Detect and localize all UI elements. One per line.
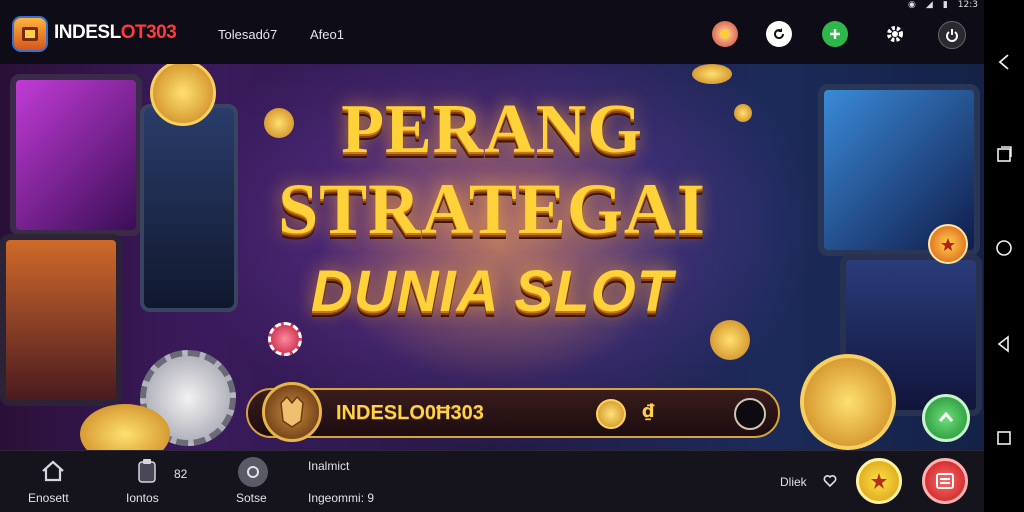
banner-title-line-2: STRATEGAI [278,169,706,249]
plus-icon[interactable] [822,21,848,47]
status-time: 12:3 [957,0,978,10]
home-nav-icon[interactable] [990,234,1018,262]
gold-coin-decoration [692,64,732,84]
brand-name[interactable]: INDESLOT303 [54,22,177,44]
promo-icon[interactable] [712,21,738,47]
game-avatar-icon [262,382,322,442]
info-value: Ingeommi: 9 [308,491,375,505]
home-icon[interactable] [40,459,66,483]
nav-link-2[interactable]: Afeo1 [310,27,344,42]
top-bar: INDESLOT303 Tolesadó7 Afeo1 [0,0,984,65]
gold-coin-decoration [800,354,896,450]
overview-icon[interactable] [990,424,1018,452]
history-icon[interactable] [134,457,160,485]
signal-icon: ◉ [908,0,916,10]
back-icon[interactable] [990,48,1018,76]
spin-button[interactable] [856,458,902,504]
up-arrow-button[interactable] [922,394,970,442]
stats-icon[interactable] [238,457,268,487]
back-nav-icon[interactable] [990,330,1018,358]
power-icon[interactable] [938,21,966,49]
system-nav-rail [984,0,1024,512]
recent-apps-icon[interactable] [990,140,1018,168]
featured-game-bar[interactable]: INDESLO0Ħ303 ₫ [246,382,780,442]
wifi-icon: ◢ [925,0,933,10]
home-label[interactable]: Enosett [28,491,69,505]
banner-title-line-1: PERANG [341,91,643,168]
red-chip-decoration [268,322,302,356]
battery-icon: ▮ [942,0,948,10]
banner-title-line-3: DUNIA SLOT [310,259,674,324]
bonus-icon[interactable] [928,224,968,264]
app-screen: INDESLOT303 Tolesadó7 Afeo1 PERANG STRAT… [0,0,984,512]
nav-link-1[interactable]: Tolesadó7 [218,27,277,42]
app-logo-icon[interactable] [12,16,48,52]
info-circle-button[interactable] [734,398,766,430]
hero-banner[interactable]: PERANG STRATEGAI DUNIA SLOT INDESLO0Ħ303… [0,64,984,450]
info-title: Inalmict [308,459,350,473]
bar-value: ₫ [642,401,655,422]
gold-coin-decoration [710,320,750,360]
bottom-bar: Enosett 82 Iontos Sotse Inalmict Ingeomm… [0,450,984,512]
status-bar: ◉ ◢ ▮ 12:3 [908,0,978,10]
heart-icon[interactable] [822,473,838,489]
menu-button[interactable] [922,458,968,504]
game-name: INDESLO0Ħ303 [336,402,484,424]
refresh-icon[interactable] [766,21,792,47]
stats-label[interactable]: Sotse [236,491,267,505]
gear-icon[interactable] [882,21,908,47]
coin-icon[interactable] [596,399,626,429]
history-label[interactable]: Iontos [126,491,159,505]
history-count: 82 [174,467,188,481]
right-label[interactable]: Dliek [780,475,807,489]
